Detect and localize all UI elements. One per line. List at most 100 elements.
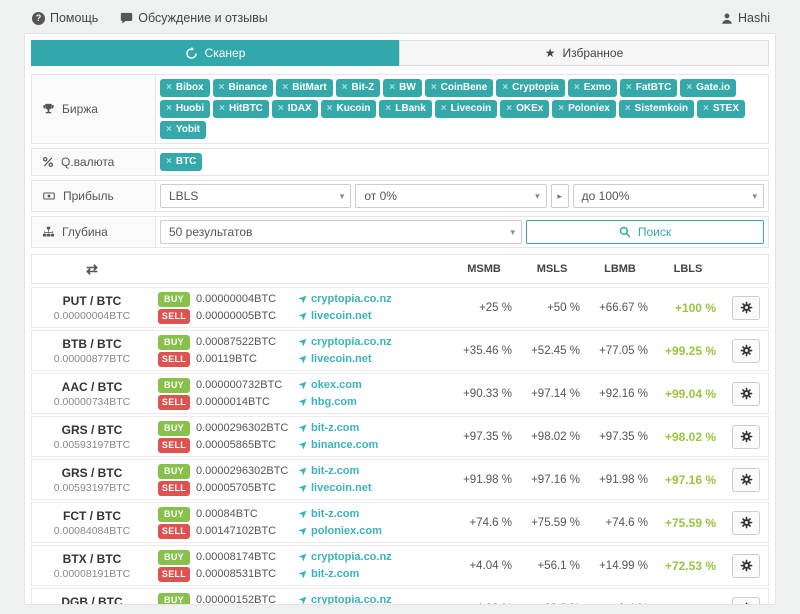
exchange-tag[interactable]: ×Bit-Z: [336, 79, 381, 97]
row-settings-button[interactable]: [732, 468, 760, 492]
tag-remove-icon[interactable]: ×: [506, 103, 512, 115]
row-settings-button[interactable]: [732, 554, 760, 578]
tag-remove-icon[interactable]: ×: [327, 103, 333, 115]
exchange-tag[interactable]: ×BitMart: [276, 79, 332, 97]
sell-badge: SELL: [158, 567, 190, 582]
buy-exchange-link[interactable]: bit-z.com: [298, 420, 448, 437]
tag-remove-icon[interactable]: ×: [441, 103, 447, 115]
tag-remove-icon[interactable]: ×: [431, 82, 437, 94]
tab-scanner[interactable]: Сканер: [31, 40, 399, 66]
tag-remove-icon[interactable]: ×: [558, 103, 564, 115]
lbls-value: +97.16 %: [656, 473, 724, 487]
buy-exchange-link[interactable]: cryptopia.co.nz: [298, 549, 448, 566]
location-arrow-icon: [298, 484, 307, 493]
exchange-tag[interactable]: ×Binance: [213, 79, 274, 97]
exchange-tag[interactable]: ×Sistemkoin: [619, 100, 694, 118]
tag-remove-icon[interactable]: ×: [166, 156, 172, 168]
sell-exchange-link[interactable]: livecoin.net: [298, 351, 448, 368]
tag-remove-icon[interactable]: ×: [219, 103, 225, 115]
profit-from-select[interactable]: от 0% ▾: [355, 184, 546, 208]
tag-remove-icon[interactable]: ×: [282, 82, 288, 94]
tag-remove-icon[interactable]: ×: [278, 103, 284, 115]
swap-icon: ⇄: [86, 261, 98, 277]
profit-from-value: от 0%: [364, 189, 397, 203]
exchange-tag[interactable]: ×Huobi: [160, 100, 210, 118]
tag-remove-icon[interactable]: ×: [502, 82, 508, 94]
exchange-tag[interactable]: ×BW: [383, 79, 422, 97]
buy-exchange-name: cryptopia.co.nz: [311, 291, 392, 308]
profit-label-text: Прибыль: [63, 189, 114, 203]
tag-remove-icon[interactable]: ×: [385, 103, 391, 115]
buy-exchange-name: okex.com: [311, 377, 362, 394]
profit-to-select[interactable]: до 100% ▾: [573, 184, 764, 208]
currency-tag[interactable]: ×BTC: [160, 153, 202, 171]
sell-exchange-link[interactable]: bit-z.com: [298, 566, 448, 583]
exchange-tag[interactable]: ×Exmo: [568, 79, 617, 97]
tag-remove-icon[interactable]: ×: [574, 82, 580, 94]
buy-exchange-link[interactable]: bit-z.com: [298, 506, 448, 523]
exchange-label-text: Биржа: [62, 102, 98, 116]
sell-exchange-link[interactable]: poloniex.com: [298, 523, 448, 540]
lbmb-value: +74.6 %: [588, 517, 656, 529]
exchange-tag[interactable]: × Bibox: [160, 79, 210, 97]
exchange-tag[interactable]: ×Livecoin: [435, 100, 497, 118]
tag-remove-icon[interactable]: ×: [703, 103, 709, 115]
exchange-tag[interactable]: ×CoinBene: [425, 79, 494, 97]
exchange-tag[interactable]: ×OKEx: [500, 100, 549, 118]
tag-remove-icon[interactable]: ×: [342, 82, 348, 94]
search-button[interactable]: Поиск: [526, 220, 764, 244]
tag-remove-icon[interactable]: ×: [166, 103, 172, 115]
row-settings-button[interactable]: [732, 382, 760, 406]
location-arrow-icon: [298, 441, 307, 450]
sell-exchange-link[interactable]: binance.com: [298, 437, 448, 454]
buy-exchange-link[interactable]: cryptopia.co.nz: [298, 334, 448, 351]
buy-exchange-link[interactable]: okex.com: [298, 377, 448, 394]
tag-remove-icon[interactable]: ×: [686, 82, 692, 94]
row-settings-button[interactable]: [732, 511, 760, 535]
tag-remove-icon[interactable]: ×: [626, 82, 632, 94]
help-label: Помощь: [50, 11, 98, 25]
tab-favorites[interactable]: ★ Избранное: [399, 40, 769, 66]
tag-remove-icon[interactable]: ×: [219, 82, 225, 94]
money-icon: [42, 190, 56, 202]
exchange-tag[interactable]: ×Yobit: [160, 121, 206, 139]
sell-exchange-link[interactable]: livecoin.net: [298, 480, 448, 497]
exchange-tag[interactable]: × Cryptopia: [496, 79, 565, 97]
exchange-tag-label: Cryptopia: [512, 82, 559, 94]
exchange-tag[interactable]: ×HitBTC: [213, 100, 269, 118]
exchange-tag[interactable]: ×Gate.io: [680, 79, 736, 97]
tag-remove-icon[interactable]: ×: [625, 103, 631, 115]
exchange-tag[interactable]: ×STEX: [697, 100, 745, 118]
sell-exchange-name: hbg.com: [311, 394, 357, 411]
feedback-link[interactable]: Обсуждение и отзывы: [120, 11, 268, 25]
exchange-tag-label: Bibox: [176, 82, 204, 94]
help-link[interactable]: Помощь: [32, 11, 98, 25]
row-settings-button[interactable]: [732, 597, 760, 606]
buy-exchange-link[interactable]: bit-z.com: [298, 463, 448, 480]
tag-remove-icon[interactable]: ×: [166, 82, 172, 94]
tag-remove-icon[interactable]: ×: [389, 82, 395, 94]
sell-exchange-link[interactable]: livecoin.net: [298, 308, 448, 325]
buy-exchange-link[interactable]: cryptopia.co.nz: [298, 592, 448, 606]
depth-results-value: 50 результатов: [169, 225, 252, 239]
range-link-button[interactable]: ▸: [551, 184, 569, 208]
pair-name: GRS / BTC: [32, 466, 152, 480]
profit-metric-select[interactable]: LBLS ▾: [160, 184, 351, 208]
sell-exchange-link[interactable]: hbg.com: [298, 394, 448, 411]
row-settings-button[interactable]: [732, 296, 760, 320]
exchange-tag[interactable]: ×LBank: [379, 100, 431, 118]
exchange-tag[interactable]: ×Kucoin: [321, 100, 377, 118]
user-menu[interactable]: Hashi: [721, 11, 770, 25]
row-settings-button[interactable]: [732, 339, 760, 363]
exchange-tag[interactable]: ×IDAX: [272, 100, 318, 118]
profit-metric-value: LBLS: [169, 189, 198, 203]
buy-exchange-link[interactable]: cryptopia.co.nz: [298, 291, 448, 308]
exchange-tag[interactable]: ×Poloniex: [552, 100, 616, 118]
lbls-value: +98.02 %: [656, 430, 724, 444]
caret-right-icon: ▸: [557, 191, 562, 202]
row-settings-button[interactable]: [732, 425, 760, 449]
tag-remove-icon[interactable]: ×: [166, 124, 172, 136]
depth-results-select[interactable]: 50 результатов ▾: [160, 220, 522, 244]
exchange-tag[interactable]: ×FatBTC: [620, 79, 677, 97]
search-icon: [619, 226, 631, 238]
